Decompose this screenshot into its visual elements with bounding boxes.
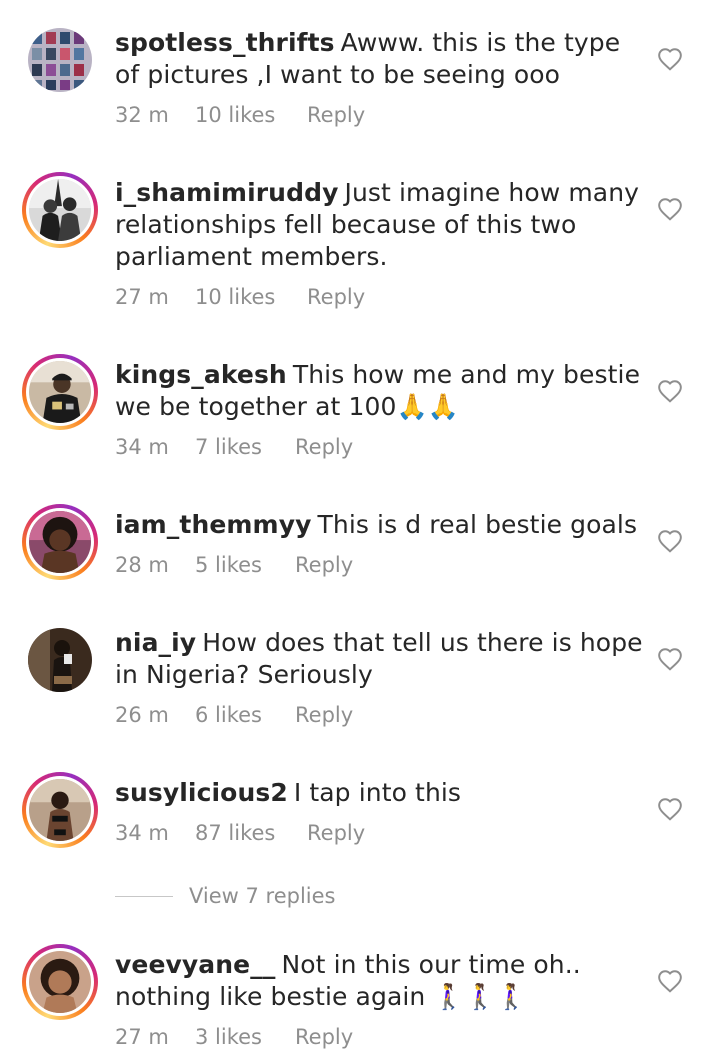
avatar[interactable] (22, 504, 98, 580)
avatar[interactable] (22, 354, 98, 430)
reply-button[interactable]: Reply (295, 435, 353, 459)
comment-text: veevyane__ Not in this our time oh.. noth… (115, 949, 645, 1013)
comment-username[interactable]: veevyane__ (115, 950, 275, 979)
avatar[interactable] (22, 944, 98, 1020)
woman-dark-avatar-icon (29, 779, 91, 841)
replies-divider (115, 895, 173, 897)
comment-time: 27 m (115, 1025, 169, 1049)
comment-time: 34 m (115, 435, 169, 459)
comment-likes[interactable]: 3 likes (195, 1025, 295, 1049)
comment-likes[interactable]: 7 likes (195, 435, 295, 459)
couple-bw-avatar-icon (29, 179, 91, 241)
woman-closeup-avatar-icon (29, 951, 91, 1013)
comment-likes[interactable]: 6 likes (195, 703, 295, 727)
heart-icon[interactable] (657, 969, 683, 993)
comment-body: I tap into this (293, 778, 462, 807)
view-replies-button[interactable]: View 7 replies (115, 884, 336, 908)
reply-button[interactable]: Reply (307, 821, 365, 845)
comment-meta: 27 m 3 likes Reply (115, 1025, 353, 1049)
heart-icon[interactable] (657, 379, 683, 403)
comment-username[interactable]: kings_akesh (115, 360, 287, 389)
clothing-grid-avatar-icon (28, 28, 92, 92)
reply-button[interactable]: Reply (295, 553, 353, 577)
comment-username[interactable]: spotless_thrifts (115, 28, 335, 57)
man-cap-avatar-icon (29, 361, 91, 423)
reply-button[interactable]: Reply (295, 703, 353, 727)
avatar[interactable] (22, 22, 98, 98)
comment-meta: 32 m 10 likes Reply (115, 103, 365, 127)
comment-username[interactable]: susylicious2 (115, 778, 288, 807)
comment-text: spotless_thrifts Awww. this is the type o… (115, 27, 645, 91)
comment-text: kings_akesh This how me and my bestie we … (115, 359, 645, 423)
reply-button[interactable]: Reply (307, 103, 365, 127)
comment-meta: 34 m 87 likes Reply (115, 821, 365, 845)
comment-body: This is d real bestie goals (317, 510, 638, 539)
avatar[interactable] (22, 622, 98, 698)
comment-likes[interactable]: 87 likes (195, 821, 307, 845)
comment-username[interactable]: i_shamimiruddy (115, 178, 338, 207)
woman-mirror-avatar-icon (28, 628, 92, 692)
view-replies-label: View 7 replies (189, 884, 336, 908)
comment-time: 32 m (115, 103, 169, 127)
heart-icon[interactable] (657, 797, 683, 821)
comment-likes[interactable]: 10 likes (195, 285, 307, 309)
avatar[interactable] (22, 172, 98, 248)
comment-text: nia_iy How does that tell us there is hop… (115, 627, 645, 691)
reply-button[interactable]: Reply (307, 285, 365, 309)
woman-portrait-avatar-icon (29, 511, 91, 573)
comment-likes[interactable]: 5 likes (195, 553, 295, 577)
reply-button[interactable]: Reply (295, 1025, 353, 1049)
heart-icon[interactable] (657, 197, 683, 221)
comment-text: susylicious2 I tap into this (115, 777, 645, 809)
comment-meta: 34 m 7 likes Reply (115, 435, 353, 459)
comment-text: iam_themmyy This is d real bestie goals (115, 509, 645, 541)
heart-icon[interactable] (657, 529, 683, 553)
comment-text: i_shamimiruddy Just imagine how many rela… (115, 177, 645, 273)
comment-meta: 26 m 6 likes Reply (115, 703, 353, 727)
comment-username[interactable]: iam_themmyy (115, 510, 312, 539)
avatar[interactable] (22, 772, 98, 848)
comment-time: 28 m (115, 553, 169, 577)
comment-meta: 28 m 5 likes Reply (115, 553, 353, 577)
comment-time: 27 m (115, 285, 169, 309)
heart-icon[interactable] (657, 647, 683, 671)
comment-likes[interactable]: 10 likes (195, 103, 307, 127)
comment-username[interactable]: nia_iy (115, 628, 196, 657)
comment-time: 34 m (115, 821, 169, 845)
comment-meta: 27 m 10 likes Reply (115, 285, 365, 309)
comment-time: 26 m (115, 703, 169, 727)
heart-icon[interactable] (657, 47, 683, 71)
